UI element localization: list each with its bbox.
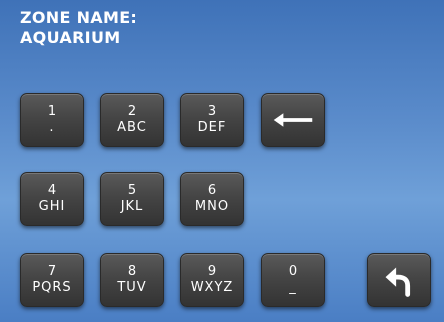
key-0[interactable]: 0 _	[261, 253, 325, 307]
key-6-digit: 6	[207, 183, 217, 198]
key-8-digit: 8	[127, 264, 137, 279]
key-2-letters: ABC	[117, 120, 147, 135]
key-1[interactable]: 1 .	[20, 93, 84, 147]
key-2-digit: 2	[127, 104, 137, 119]
key-3-digit: 3	[207, 104, 217, 119]
key-5[interactable]: 5 JKL	[100, 172, 164, 226]
zone-name-header: ZONE NAME: AQUARIUM	[20, 8, 137, 48]
key-9[interactable]: 9 WXYZ	[180, 253, 244, 307]
key-2[interactable]: 2 ABC	[100, 93, 164, 147]
key-9-digit: 9	[207, 264, 217, 279]
backspace-arrow-left-icon	[273, 113, 313, 127]
key-7[interactable]: 7 PQRS	[20, 253, 84, 307]
key-4-letters: GHI	[38, 199, 66, 214]
back-button[interactable]	[367, 253, 431, 307]
key-6[interactable]: 6 MNO	[180, 172, 244, 226]
return-back-arrow-icon	[385, 267, 411, 297]
key-7-letters: PQRS	[32, 280, 72, 295]
key-3-letters: DEF	[197, 120, 227, 135]
zone-name-value: AQUARIUM	[20, 28, 121, 47]
key-8-letters: TUV	[117, 280, 147, 295]
key-8[interactable]: 8 TUV	[100, 253, 164, 307]
key-6-letters: MNO	[194, 199, 230, 214]
key-4-digit: 4	[47, 183, 57, 198]
key-0-digit: 0	[288, 264, 298, 279]
zone-name-label: ZONE NAME:	[20, 8, 138, 27]
key-7-digit: 7	[47, 264, 57, 279]
key-0-letters: _	[289, 280, 297, 295]
key-1-digit: 1	[47, 104, 57, 119]
key-9-letters: WXYZ	[190, 280, 234, 295]
key-1-letters: .	[49, 120, 55, 135]
key-4[interactable]: 4 GHI	[20, 172, 84, 226]
key-5-letters: JKL	[120, 199, 144, 214]
backspace-button[interactable]	[261, 93, 325, 147]
key-5-digit: 5	[127, 183, 137, 198]
key-3[interactable]: 3 DEF	[180, 93, 244, 147]
